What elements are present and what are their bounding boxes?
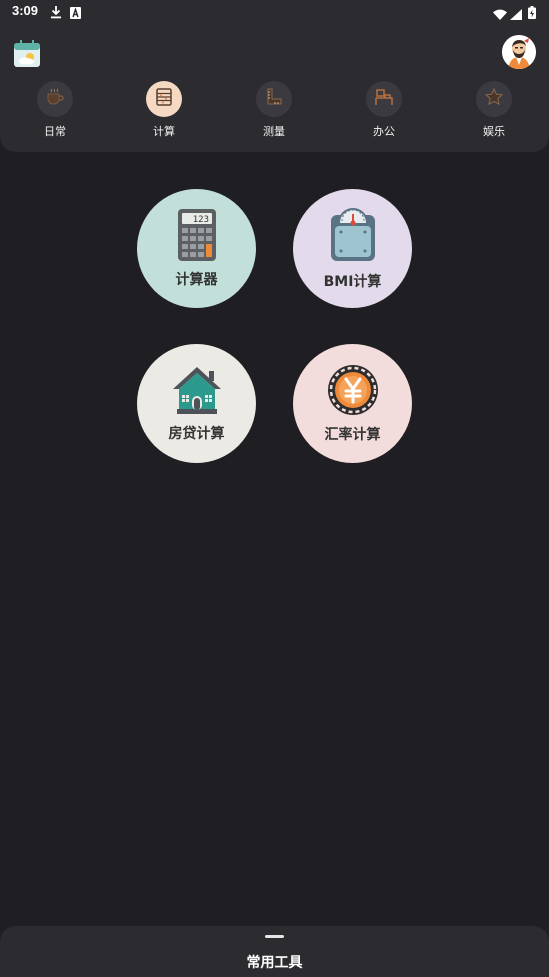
signal-icon (510, 5, 522, 24)
tool-label: 房贷计算 (168, 425, 225, 442)
tab-daily[interactable]: 日常 (25, 81, 85, 139)
ruler-icon (264, 87, 284, 111)
weather-calendar-icon[interactable] (13, 40, 41, 68)
download-icon (50, 4, 62, 23)
tab-daily-circle (37, 81, 73, 117)
bottom-sheet[interactable]: 常用工具 (0, 926, 549, 977)
tool-bmi[interactable]: BMI计算 (293, 189, 412, 308)
coffee-cup-icon (45, 87, 65, 111)
tab-calculate[interactable]: 计算 (134, 81, 194, 139)
house-icon (171, 365, 223, 419)
top-panel: 日常 计算 测量 办公 娱乐 (0, 24, 549, 152)
drag-handle[interactable] (265, 935, 284, 938)
calculator-icon: 123 (177, 208, 216, 265)
star-icon (484, 87, 504, 111)
tool-label: BMI计算 (323, 273, 382, 290)
user-avatar[interactable] (502, 35, 536, 69)
abacus-icon (154, 87, 174, 111)
wifi-icon (493, 5, 507, 24)
tab-label: 娱乐 (483, 125, 505, 138)
tool-label: 汇率计算 (324, 426, 381, 443)
tab-office[interactable]: 办公 (354, 81, 414, 139)
tool-mortgage[interactable]: 房贷计算 (137, 344, 256, 463)
calculator-display: 123 (192, 215, 208, 225)
tool-exchange-rate[interactable]: 汇率计算 (293, 344, 412, 463)
tab-entertainment-circle (476, 81, 512, 117)
status-time: 3:09 (12, 3, 39, 18)
tab-office-circle (366, 81, 402, 117)
yuan-coin-icon (327, 364, 379, 420)
tool-label: 计算器 (175, 271, 218, 288)
tab-label: 测量 (263, 125, 285, 138)
status-bar: 3:09 (0, 0, 549, 24)
battery-charging-icon (528, 4, 536, 23)
tab-label: 办公 (373, 125, 395, 138)
tab-label: 日常 (44, 125, 66, 138)
tab-measure[interactable]: 测量 (244, 81, 304, 139)
office-desk-icon (374, 87, 394, 111)
font-a-icon (70, 4, 81, 23)
bottom-sheet-title: 常用工具 (246, 955, 303, 971)
tab-measure-circle (256, 81, 292, 117)
tab-calculate-circle (146, 81, 182, 117)
tool-calculator[interactable]: 123 计算器 (137, 189, 256, 308)
tab-entertainment[interactable]: 娱乐 (464, 81, 524, 139)
tab-label: 计算 (153, 125, 175, 138)
scale-icon (329, 207, 377, 267)
